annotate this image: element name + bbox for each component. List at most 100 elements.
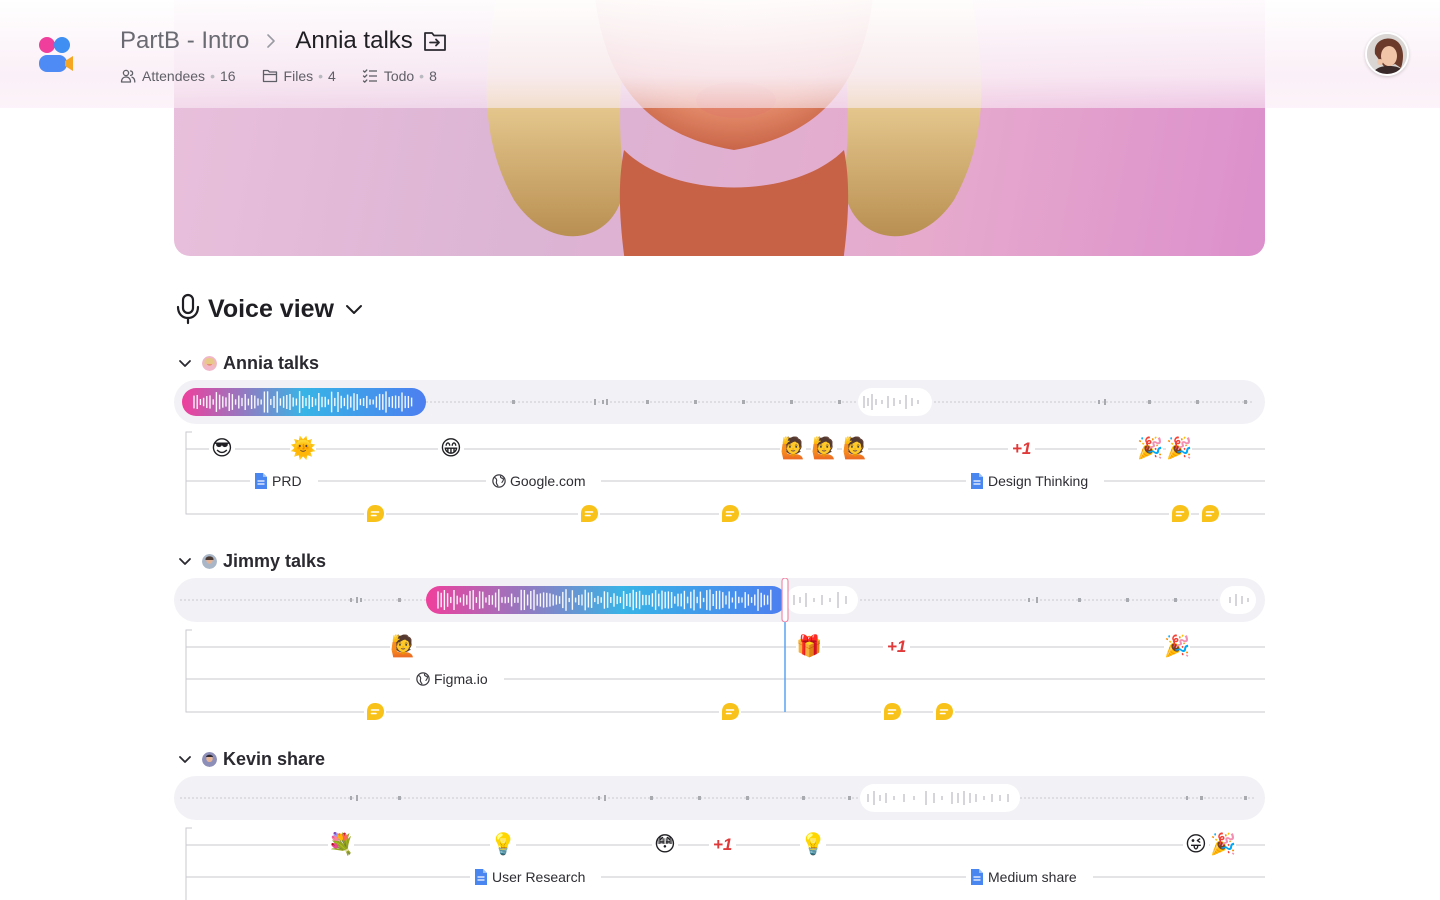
speaker-avatar bbox=[202, 355, 217, 371]
reaction-plus-one[interactable]: +1 bbox=[1008, 439, 1036, 459]
speaker-avatar bbox=[202, 751, 217, 767]
files-icon bbox=[262, 69, 277, 83]
chevron-down-icon bbox=[179, 756, 191, 763]
section-title: Annia talks bbox=[223, 352, 320, 373]
reaction-party[interactable]: 🎉 bbox=[1137, 436, 1163, 462]
link-label: Medium share bbox=[988, 869, 1077, 885]
user-avatar-image bbox=[1367, 34, 1407, 74]
comment-icon bbox=[722, 703, 739, 720]
speaker-avatar bbox=[202, 553, 217, 569]
files-count: 4 bbox=[328, 68, 336, 84]
comment-bubble[interactable] bbox=[933, 701, 955, 723]
audio-track-jimmy[interactable] bbox=[174, 578, 1265, 622]
link-label: Google.com bbox=[510, 473, 586, 489]
comment-bubble[interactable] bbox=[1169, 503, 1191, 525]
link-chip-figma[interactable]: Figma.io bbox=[410, 669, 504, 689]
chevron-down-icon bbox=[179, 360, 191, 367]
breadcrumb: PartB - Intro Annia talks bbox=[120, 26, 447, 56]
todo-label: Todo bbox=[383, 68, 415, 84]
link-chip-prd[interactable]: PRD bbox=[250, 471, 318, 491]
move-to-folder-icon[interactable] bbox=[423, 30, 447, 52]
link-chip-medium-share[interactable]: Medium share bbox=[966, 867, 1093, 887]
waveform bbox=[180, 578, 1256, 622]
reaction-raise-hand[interactable]: 🙋 bbox=[811, 436, 837, 462]
files-link[interactable]: Files • 4 bbox=[262, 68, 336, 84]
section-header-annia[interactable]: Annia talks bbox=[176, 352, 319, 374]
link-chip-design-thinking[interactable]: Design Thinking bbox=[966, 471, 1105, 491]
reaction-raise-hand[interactable]: 🙋 bbox=[390, 634, 416, 660]
comment-bubble[interactable] bbox=[1199, 503, 1221, 525]
comment-icon bbox=[884, 703, 901, 720]
link-label: PRD bbox=[272, 473, 302, 489]
globe-icon bbox=[416, 672, 430, 686]
audio-track-kevin[interactable] bbox=[174, 776, 1265, 820]
attendees-link[interactable]: Attendees • 16 bbox=[120, 68, 236, 84]
reaction-plus-one[interactable]: +1 bbox=[883, 637, 911, 657]
reaction-wink-tongue[interactable]: 😜 bbox=[1183, 832, 1209, 858]
voice-view-toggle[interactable]: Voice view bbox=[174, 292, 366, 326]
comment-icon bbox=[367, 703, 384, 720]
comment-bubble[interactable] bbox=[881, 701, 903, 723]
attendees-label: Attendees bbox=[142, 68, 206, 84]
todo-link[interactable]: Todo • 8 bbox=[362, 68, 437, 84]
separator-dot: • bbox=[210, 68, 215, 84]
section-title: Kevin share bbox=[223, 748, 326, 769]
comment-bubble[interactable] bbox=[719, 503, 741, 525]
audio-track-annia[interactable] bbox=[174, 380, 1265, 424]
attendees-icon bbox=[120, 69, 136, 83]
section-header-jimmy[interactable]: Jimmy talks bbox=[176, 550, 326, 572]
document-icon bbox=[255, 473, 267, 489]
voice-view-title: Voice view bbox=[208, 294, 334, 323]
separator-dot: • bbox=[419, 68, 425, 84]
reaction-grin[interactable]: 😁 bbox=[438, 436, 464, 462]
link-chip-google[interactable]: Google.com bbox=[486, 471, 602, 491]
section-title: Jimmy talks bbox=[223, 550, 327, 571]
reaction-lightbulb[interactable]: 💡 bbox=[490, 832, 516, 858]
document-icon bbox=[475, 869, 487, 885]
reaction-party[interactable]: 🎉 bbox=[1210, 832, 1236, 858]
separator-dot: • bbox=[318, 68, 324, 84]
files-label: Files bbox=[283, 68, 314, 84]
comment-icon bbox=[367, 505, 384, 522]
link-label: User Research bbox=[492, 869, 586, 885]
reaction-party[interactable]: 🎉 bbox=[1166, 436, 1192, 462]
todo-count: 8 bbox=[429, 68, 437, 84]
todo-icon bbox=[362, 69, 377, 83]
comment-icon bbox=[1172, 505, 1189, 522]
reaction-raise-hand[interactable]: 🙋 bbox=[842, 436, 868, 462]
reaction-lightbulb[interactable]: 💡 bbox=[800, 832, 826, 858]
chevron-down-icon bbox=[346, 305, 362, 314]
comment-bubble[interactable] bbox=[719, 701, 741, 723]
comment-bubble[interactable] bbox=[578, 503, 600, 525]
waveform bbox=[180, 784, 1254, 812]
comment-icon bbox=[581, 505, 598, 522]
comment-icon bbox=[936, 703, 953, 720]
chevron-right-icon bbox=[267, 34, 276, 48]
top-header: PartB - Intro Annia talks Attendees • 16 bbox=[0, 0, 1440, 108]
comment-bubble[interactable] bbox=[364, 503, 386, 525]
breadcrumb-current: Annia talks bbox=[295, 27, 413, 54]
reaction-sunglasses[interactable]: 😎 bbox=[209, 436, 235, 462]
link-chip-user-research[interactable]: User Research bbox=[470, 867, 602, 887]
meeting-meta: Attendees • 16 Files • 4 Todo • 8 bbox=[120, 67, 463, 85]
waveform bbox=[182, 388, 1254, 416]
document-icon bbox=[971, 869, 983, 885]
user-avatar[interactable] bbox=[1365, 32, 1409, 76]
reaction-gift[interactable]: 🎁 bbox=[796, 634, 822, 660]
reaction-party[interactable]: 🎉 bbox=[1164, 634, 1190, 660]
reaction-sun[interactable]: 🌞 bbox=[290, 436, 316, 462]
reaction-raise-hand[interactable]: 🙋 bbox=[780, 436, 806, 462]
breadcrumb-parent[interactable]: PartB - Intro bbox=[120, 27, 249, 55]
chevron-down-icon bbox=[179, 558, 191, 565]
app-logo-icon[interactable] bbox=[38, 36, 74, 74]
microphone-icon bbox=[176, 293, 200, 325]
section-header-kevin[interactable]: Kevin share bbox=[176, 748, 325, 770]
reaction-flushed[interactable]: 😳 bbox=[652, 832, 678, 858]
comment-icon bbox=[1202, 505, 1219, 522]
reaction-bouquet[interactable]: 💐 bbox=[328, 832, 354, 858]
globe-icon bbox=[492, 474, 506, 488]
comment-bubble[interactable] bbox=[364, 701, 386, 723]
document-icon bbox=[971, 473, 983, 489]
comment-icon bbox=[722, 505, 739, 522]
reaction-plus-one[interactable]: +1 bbox=[709, 835, 737, 855]
